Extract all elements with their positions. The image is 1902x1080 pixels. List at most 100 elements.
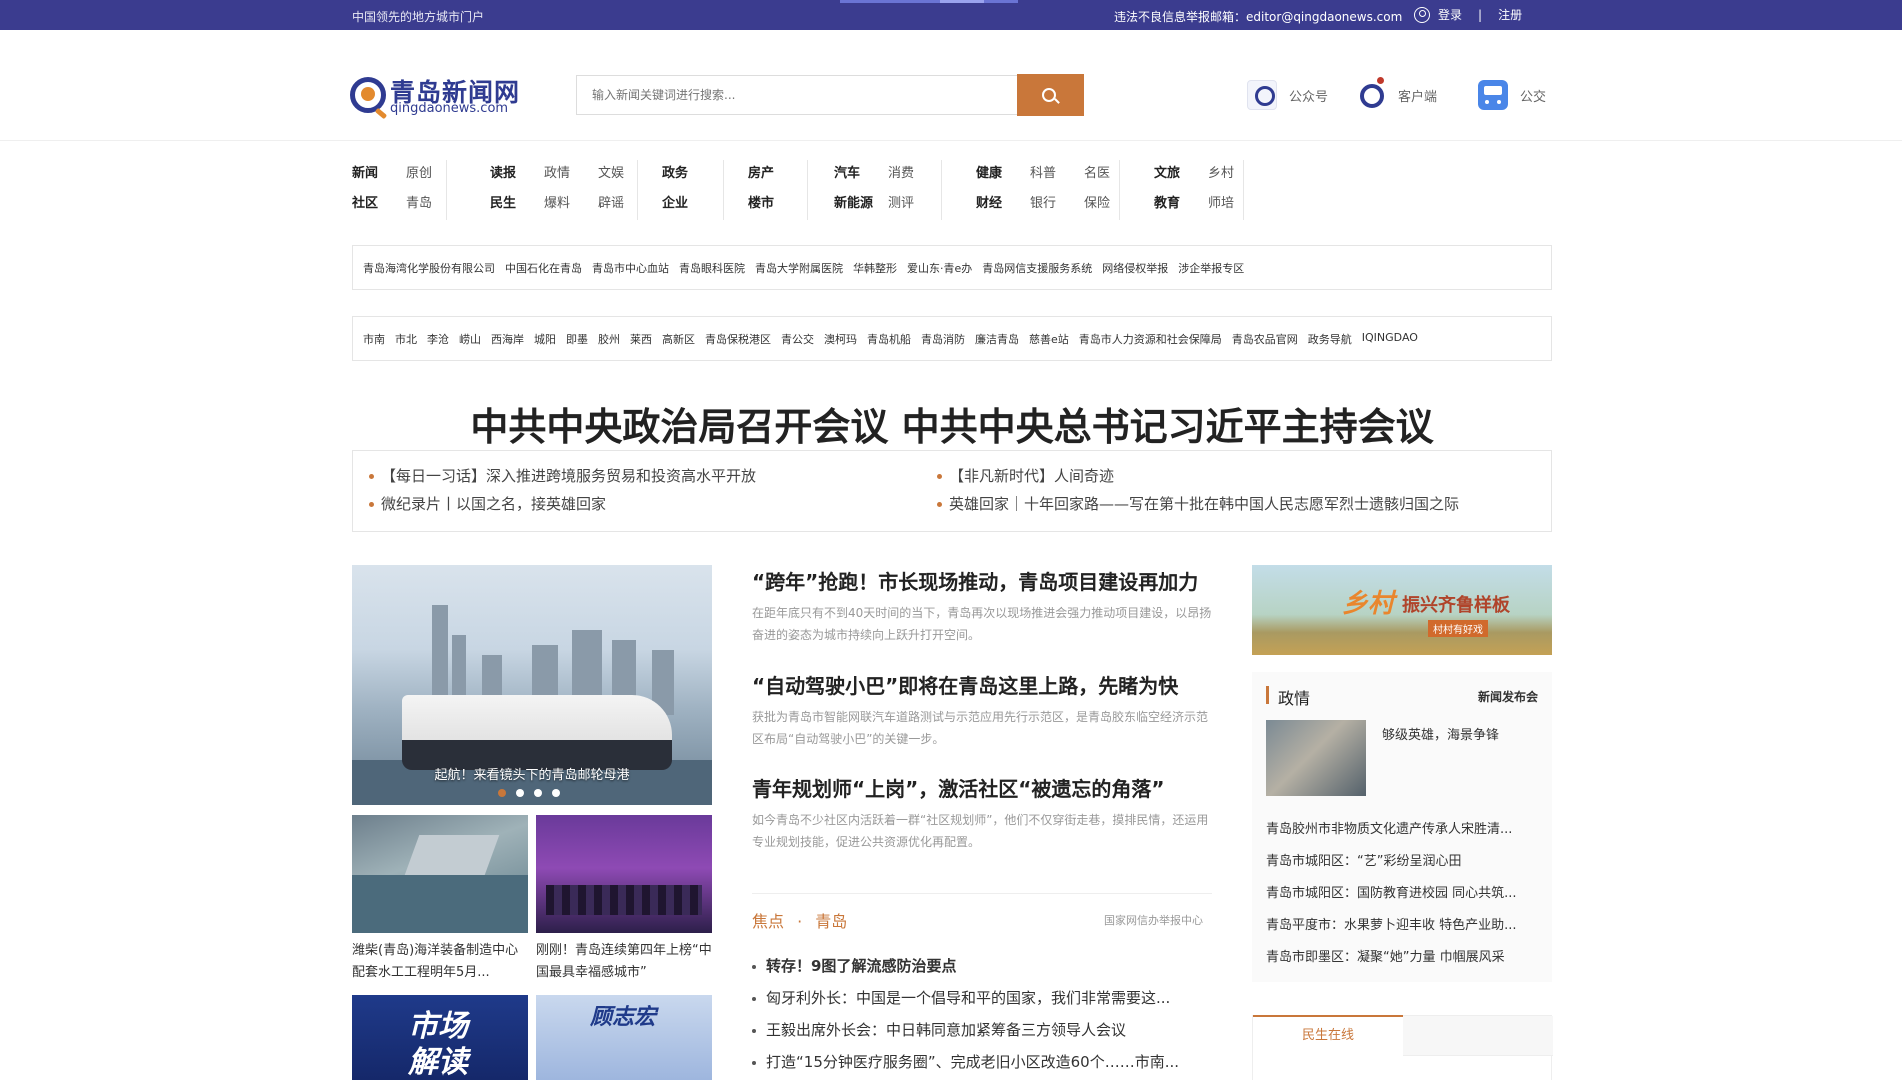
quick-link[interactable]: 李沧	[427, 331, 449, 347]
policy-list-item[interactable]: 青岛市城阳区：“艺”彩纷呈润心田	[1266, 850, 1542, 869]
search-input[interactable]	[577, 76, 1084, 114]
nav-item[interactable]: 测评	[888, 192, 914, 211]
nav-item[interactable]: 爆料	[544, 192, 570, 211]
nav-item[interactable]: 房产	[748, 162, 774, 181]
quick-link[interactable]: 市南	[363, 331, 385, 347]
nav-item[interactable]: 新闻	[352, 162, 378, 181]
quick-link[interactable]: 青公交	[781, 331, 814, 347]
policy-list-item[interactable]: 青岛市即墨区：凝聚“她”力量 巾帼展风采	[1266, 946, 1542, 965]
tab-livelihood-online[interactable]: 民生在线	[1253, 1015, 1403, 1055]
headline-sub-item[interactable]: 英雄回家｜十年回家路——写在第十批在韩中国人民志愿军烈士遗骸归国之际	[937, 493, 1459, 514]
nav-item[interactable]: 政务	[662, 162, 688, 181]
thumb-image[interactable]	[536, 815, 712, 933]
nav-item[interactable]: 财经	[976, 192, 1002, 211]
nav-item[interactable]: 民生	[490, 192, 516, 211]
policy-title[interactable]: 政情	[1278, 685, 1310, 709]
slider-dot[interactable]	[534, 789, 542, 797]
nav-item[interactable]: 政情	[544, 162, 570, 181]
nav-item[interactable]: 教育	[1154, 192, 1180, 211]
thumb-image[interactable]: 市场解读	[352, 995, 528, 1080]
quick-link[interactable]: IQINGDAO	[1362, 331, 1418, 347]
news-title[interactable]: 青年规划师“上岗”，激活社区“被遗忘的角落”	[752, 773, 1165, 802]
focus-list-item[interactable]: 匈牙利外长：中国是一个倡导和平的国家，我们非常需要这...	[752, 987, 1170, 1008]
slider-dot[interactable]	[552, 789, 560, 797]
nav-item[interactable]: 师培	[1208, 192, 1234, 211]
nav-item[interactable]: 名医	[1084, 162, 1110, 181]
quick-link[interactable]: 中国石化在青岛	[505, 260, 582, 276]
focus-list-item[interactable]: 王毅出席外长会：中日韩同意加紧筹备三方领导人会议	[752, 1019, 1126, 1040]
nav-item[interactable]: 原创	[406, 162, 432, 181]
quick-link[interactable]: 涉企举报专区	[1178, 260, 1244, 276]
nav-item[interactable]: 文娱	[598, 162, 624, 181]
thumb-image[interactable]: 顾志宏	[536, 995, 712, 1080]
nav-item[interactable]: 科普	[1030, 162, 1056, 181]
quick-link[interactable]: 政务导航	[1308, 331, 1352, 347]
quick-link[interactable]: 青岛海湾化学股份有限公司	[363, 260, 495, 276]
policy-list-item[interactable]: 青岛平度市：水果萝卜迎丰收 特色产业助...	[1266, 914, 1542, 933]
headline-sub-item[interactable]: 【每日一习话】深入推进跨境服务贸易和投资高水平开放	[369, 465, 756, 486]
policy-list-item[interactable]: 青岛胶州市非物质文化遗产传承人宋胜清...	[1266, 818, 1542, 837]
quick-link[interactable]: 即墨	[566, 331, 588, 347]
thumb-caption[interactable]: 潍柴(青岛)海洋装备制造中心配套水工工程明年5月...	[352, 940, 528, 984]
news-title[interactable]: “跨年”抢跑！市长现场推动，青岛项目建设再加力	[752, 566, 1198, 595]
slider-dot[interactable]	[516, 789, 524, 797]
login-link[interactable]: 登录	[1438, 6, 1462, 23]
quick-link[interactable]: 澳柯玛	[824, 331, 857, 347]
quick-link[interactable]: 慈善e站	[1029, 331, 1069, 347]
report-center-link[interactable]: 国家网信办举报中心	[1104, 912, 1203, 928]
register-link[interactable]: 注册	[1498, 6, 1522, 23]
policy-photo[interactable]	[1266, 720, 1366, 796]
nav-item[interactable]: 读报	[490, 162, 516, 181]
thumb-caption[interactable]: 刚刚！青岛连续第四年上榜“中国最具幸福感城市”	[536, 940, 712, 984]
nav-item[interactable]: 企业	[662, 192, 688, 211]
quick-link[interactable]: 爱山东·青e办	[907, 260, 972, 276]
nav-item[interactable]: 消费	[888, 162, 914, 181]
quick-link[interactable]: 青岛大学附属医院	[755, 260, 843, 276]
quick-link[interactable]: 青岛市中心血站	[592, 260, 669, 276]
nav-item[interactable]: 新能源	[834, 192, 873, 211]
site-logo[interactable]: 青岛新闻网 qingdaonews.com	[350, 73, 520, 119]
policy-photo-title[interactable]: 够级英雄，海景争锋	[1382, 724, 1499, 743]
nav-item[interactable]: 文旅	[1154, 162, 1180, 181]
press-conference-link[interactable]: 新闻发布会	[1478, 688, 1538, 705]
slider-dot[interactable]	[498, 789, 506, 797]
nav-item[interactable]: 保险	[1084, 192, 1110, 211]
quick-link[interactable]: 青岛农品官网	[1232, 331, 1298, 347]
photo-slider[interactable]: 起航！来看镜头下的青岛邮轮母港	[352, 565, 712, 805]
quick-link[interactable]: 西海岸	[491, 331, 524, 347]
policy-list-item[interactable]: 青岛市城阳区：国防教育进校园 同心共筑...	[1266, 882, 1542, 901]
nav-item[interactable]: 辟谣	[598, 192, 624, 211]
nav-item[interactable]: 汽车	[834, 162, 860, 181]
tab-focus[interactable]: 焦点	[752, 912, 784, 931]
quick-link[interactable]: 青岛机船	[867, 331, 911, 347]
nav-item[interactable]: 青岛	[406, 192, 432, 211]
quick-link[interactable]: 青岛保税港区	[705, 331, 771, 347]
quick-link[interactable]: 青岛眼科医院	[679, 260, 745, 276]
nav-item[interactable]: 楼市	[748, 192, 774, 211]
nav-item[interactable]: 银行	[1030, 192, 1056, 211]
quick-link[interactable]: 市北	[395, 331, 417, 347]
report-email-link[interactable]: 违法不良信息举报邮箱：editor@qingdaonews.com	[1114, 8, 1402, 25]
nav-item[interactable]: 乡村	[1208, 162, 1234, 181]
bus-link[interactable]: 公交	[1478, 80, 1546, 110]
slider-caption[interactable]: 起航！来看镜头下的青岛邮轮母港	[352, 764, 712, 783]
quick-link[interactable]: 胶州	[598, 331, 620, 347]
quick-link[interactable]: 青岛市人力资源和社会保障局	[1079, 331, 1222, 347]
quick-link[interactable]: 廉洁青岛	[975, 331, 1019, 347]
focus-list-item[interactable]: 转存！9图了解流感防治要点	[752, 955, 956, 976]
quick-link[interactable]: 华韩整形	[853, 260, 897, 276]
focus-list-item[interactable]: 打造“15分钟医疗服务圈”、完成老旧小区改造60个……市南...	[752, 1051, 1179, 1072]
quick-link[interactable]: 高新区	[662, 331, 695, 347]
nav-item[interactable]: 健康	[976, 162, 1002, 181]
quick-link[interactable]: 网络侵权举报	[1102, 260, 1168, 276]
headline-sub-item[interactable]: 微纪录片丨以国之名，接英雄回家	[369, 493, 606, 514]
quick-link[interactable]: 崂山	[459, 331, 481, 347]
rural-revival-banner[interactable]: 乡村 振兴齐鲁样板 村村有好戏	[1252, 565, 1552, 655]
headline-title[interactable]: 中共中央政治局召开会议 中共中央总书记习近平主持会议	[352, 396, 1552, 451]
quick-link[interactable]: 莱西	[630, 331, 652, 347]
app-client-link[interactable]: 客户端	[1356, 77, 1437, 110]
headline-sub-item[interactable]: 【非凡新时代】人间奇迹	[937, 465, 1114, 486]
quick-link[interactable]: 青岛网信支援服务系统	[982, 260, 1092, 276]
quick-link[interactable]: 青岛消防	[921, 331, 965, 347]
tab-inactive[interactable]	[1403, 1016, 1553, 1056]
